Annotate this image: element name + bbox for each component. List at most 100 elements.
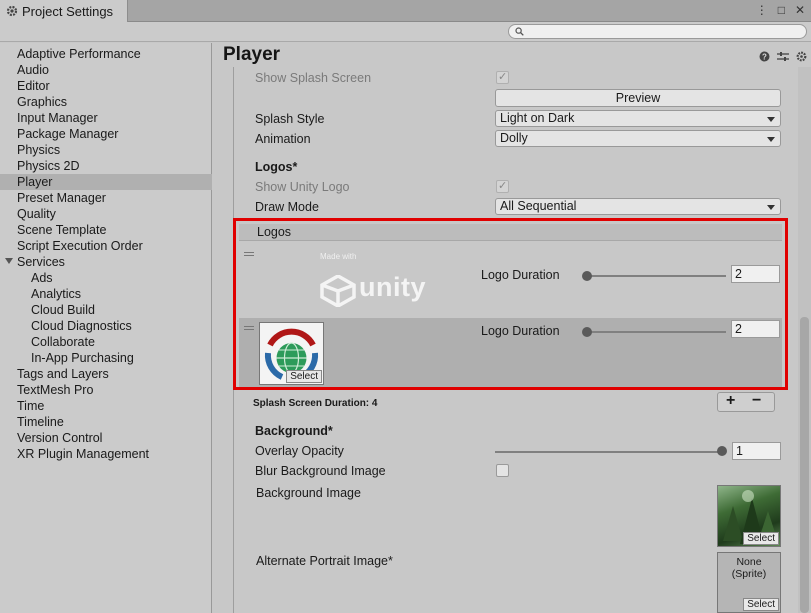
close-icon[interactable]: ✕ bbox=[795, 3, 805, 17]
custom-logo-thumbnail[interactable]: Select bbox=[259, 322, 324, 385]
slider-thumb[interactable] bbox=[582, 271, 592, 281]
sidebar-item-label: Cloud Build bbox=[31, 303, 95, 317]
splash-duration-text: Splash Screen Duration: 4 bbox=[253, 398, 378, 409]
more-options-icon[interactable]: ⋮ bbox=[756, 3, 768, 17]
sidebar-item-label: Audio bbox=[17, 63, 49, 77]
sidebar-item-label: Time bbox=[17, 399, 45, 413]
sidebar-item-analytics[interactable]: Analytics bbox=[0, 286, 212, 302]
scroll-thumb[interactable] bbox=[800, 317, 809, 613]
sidebar-item-ads[interactable]: Ads bbox=[0, 270, 212, 286]
overlay-opacity-label: Overlay Opacity bbox=[255, 444, 344, 458]
blur-bg-checkbox[interactable] bbox=[496, 464, 509, 477]
tab-project-settings[interactable]: Project Settings bbox=[0, 0, 128, 22]
chevron-down-icon bbox=[767, 137, 775, 142]
sidebar-item-editor[interactable]: Editor bbox=[0, 78, 212, 94]
sidebar-item-label: Timeline bbox=[17, 415, 64, 429]
draw-mode-dropdown[interactable]: All Sequential bbox=[495, 198, 781, 215]
unity-wordmark: unity bbox=[359, 272, 426, 302]
drag-handle-icon[interactable] bbox=[244, 326, 254, 330]
sidebar-item-physics-2d[interactable]: Physics 2D bbox=[0, 158, 212, 174]
search-icon bbox=[515, 27, 524, 36]
expand-arrow-icon[interactable] bbox=[5, 258, 13, 264]
alt-portrait-slot[interactable]: None (Sprite) Select bbox=[717, 552, 781, 613]
sprite-text: (Sprite) bbox=[731, 568, 767, 580]
sidebar-item-preset-manager[interactable]: Preset Manager bbox=[0, 190, 212, 206]
draw-mode-label: Draw Mode bbox=[255, 200, 319, 214]
sidebar-item-label: Input Manager bbox=[17, 111, 98, 125]
maximize-icon[interactable]: □ bbox=[778, 3, 785, 17]
sidebar-item-audio[interactable]: Audio bbox=[0, 62, 212, 78]
sidebar-item-label: Services bbox=[17, 255, 65, 269]
show-unity-logo-checkbox[interactable]: ✓ bbox=[496, 180, 509, 193]
none-sprite-text: None (Sprite) bbox=[718, 556, 780, 580]
bg-image-label: Background Image bbox=[256, 486, 361, 500]
overlay-opacity-slider[interactable] bbox=[495, 451, 726, 453]
logo-row-unity[interactable]: Made with unity Logo Duration 2 bbox=[239, 242, 782, 318]
search-box[interactable] bbox=[508, 24, 807, 39]
animation-value: Dolly bbox=[500, 131, 528, 145]
chevron-down-icon bbox=[767, 117, 775, 122]
vertical-scrollbar[interactable] bbox=[798, 67, 811, 613]
made-with-text: Made with bbox=[320, 252, 357, 261]
blur-bg-label: Blur Background Image bbox=[255, 464, 386, 478]
sidebar-item-cloud-diagnostics[interactable]: Cloud Diagnostics bbox=[0, 318, 212, 334]
sidebar-item-tags-and-layers[interactable]: Tags and Layers bbox=[0, 366, 212, 382]
show-splash-screen-checkbox[interactable]: ✓ bbox=[496, 71, 509, 84]
sidebar-item-label: TextMesh Pro bbox=[17, 383, 94, 397]
overlay-opacity-field[interactable]: 1 bbox=[732, 442, 781, 460]
sidebar-item-timeline[interactable]: Timeline bbox=[0, 414, 212, 430]
logo-duration-field[interactable]: 2 bbox=[731, 265, 780, 283]
select-button[interactable]: Select bbox=[743, 532, 779, 545]
sidebar-item-in-app-purchasing[interactable]: In-App Purchasing bbox=[0, 350, 212, 366]
animation-dropdown[interactable]: Dolly bbox=[495, 130, 781, 147]
drag-handle-icon[interactable] bbox=[244, 252, 254, 256]
sidebar-item-label: Scene Template bbox=[17, 223, 107, 237]
sidebar-item-services[interactable]: Services bbox=[0, 254, 212, 270]
sidebar-item-scene-template[interactable]: Scene Template bbox=[0, 222, 212, 238]
sidebar-item-label: Version Control bbox=[17, 431, 103, 445]
sidebar-item-collaborate[interactable]: Collaborate bbox=[0, 334, 212, 350]
sidebar-item-script-execution-order[interactable]: Script Execution Order bbox=[0, 238, 212, 254]
sidebar-item-cloud-build[interactable]: Cloud Build bbox=[0, 302, 212, 318]
sidebar-item-graphics[interactable]: Graphics bbox=[0, 94, 212, 110]
add-button[interactable]: + bbox=[726, 392, 735, 410]
logo-duration-slider[interactable] bbox=[586, 331, 726, 333]
sidebar-item-time[interactable]: Time bbox=[0, 398, 212, 414]
slider-thumb[interactable] bbox=[582, 327, 592, 337]
sidebar-item-player[interactable]: Player bbox=[0, 174, 212, 190]
logo-duration-label: Logo Duration bbox=[481, 268, 560, 282]
logo-row-custom[interactable]: Select Logo Duration 2 bbox=[239, 318, 782, 387]
bg-image-thumbnail[interactable]: Select bbox=[717, 485, 781, 547]
checkmark-icon: ✓ bbox=[498, 71, 508, 83]
sidebar-item-label: XR Plugin Management bbox=[17, 447, 150, 461]
logo-duration-field[interactable]: 2 bbox=[731, 320, 780, 338]
sidebar-item-version-control[interactable]: Version Control bbox=[0, 430, 212, 446]
sidebar-item-adaptive-performance[interactable]: Adaptive Performance bbox=[0, 46, 212, 62]
show-splash-screen-label: Show Splash Screen bbox=[255, 71, 372, 85]
animation-label: Animation bbox=[255, 132, 311, 146]
splash-style-label: Splash Style bbox=[255, 112, 325, 126]
none-text: None bbox=[736, 556, 762, 568]
sidebar-item-label: Player bbox=[17, 175, 53, 189]
preview-button[interactable]: Preview bbox=[495, 89, 781, 107]
logos-section-header: Logos* bbox=[255, 160, 298, 174]
settings-icon[interactable] bbox=[796, 51, 807, 62]
sidebar-item-quality[interactable]: Quality bbox=[0, 206, 212, 222]
remove-button[interactable]: − bbox=[752, 392, 761, 410]
sidebar-item-physics[interactable]: Physics bbox=[0, 142, 212, 158]
sidebar-item-package-manager[interactable]: Package Manager bbox=[0, 126, 212, 142]
sidebar-item-input-manager[interactable]: Input Manager bbox=[0, 110, 212, 126]
select-button[interactable]: Select bbox=[743, 598, 779, 611]
tab-title: Project Settings bbox=[22, 3, 114, 19]
sidebar-item-label: In-App Purchasing bbox=[31, 351, 134, 365]
sidebar-item-xr-plugin-management[interactable]: XR Plugin Management bbox=[0, 446, 212, 462]
splash-style-dropdown[interactable]: Light on Dark bbox=[495, 110, 781, 127]
search-input[interactable] bbox=[527, 25, 797, 38]
preset-icon[interactable] bbox=[777, 51, 789, 62]
help-icon[interactable]: ? bbox=[759, 51, 770, 62]
sidebar-item-label: Ads bbox=[31, 271, 53, 285]
slider-thumb[interactable] bbox=[717, 446, 727, 456]
select-button[interactable]: Select bbox=[286, 370, 322, 383]
logo-duration-slider[interactable] bbox=[586, 275, 726, 277]
sidebar-item-textmesh-pro[interactable]: TextMesh Pro bbox=[0, 382, 212, 398]
